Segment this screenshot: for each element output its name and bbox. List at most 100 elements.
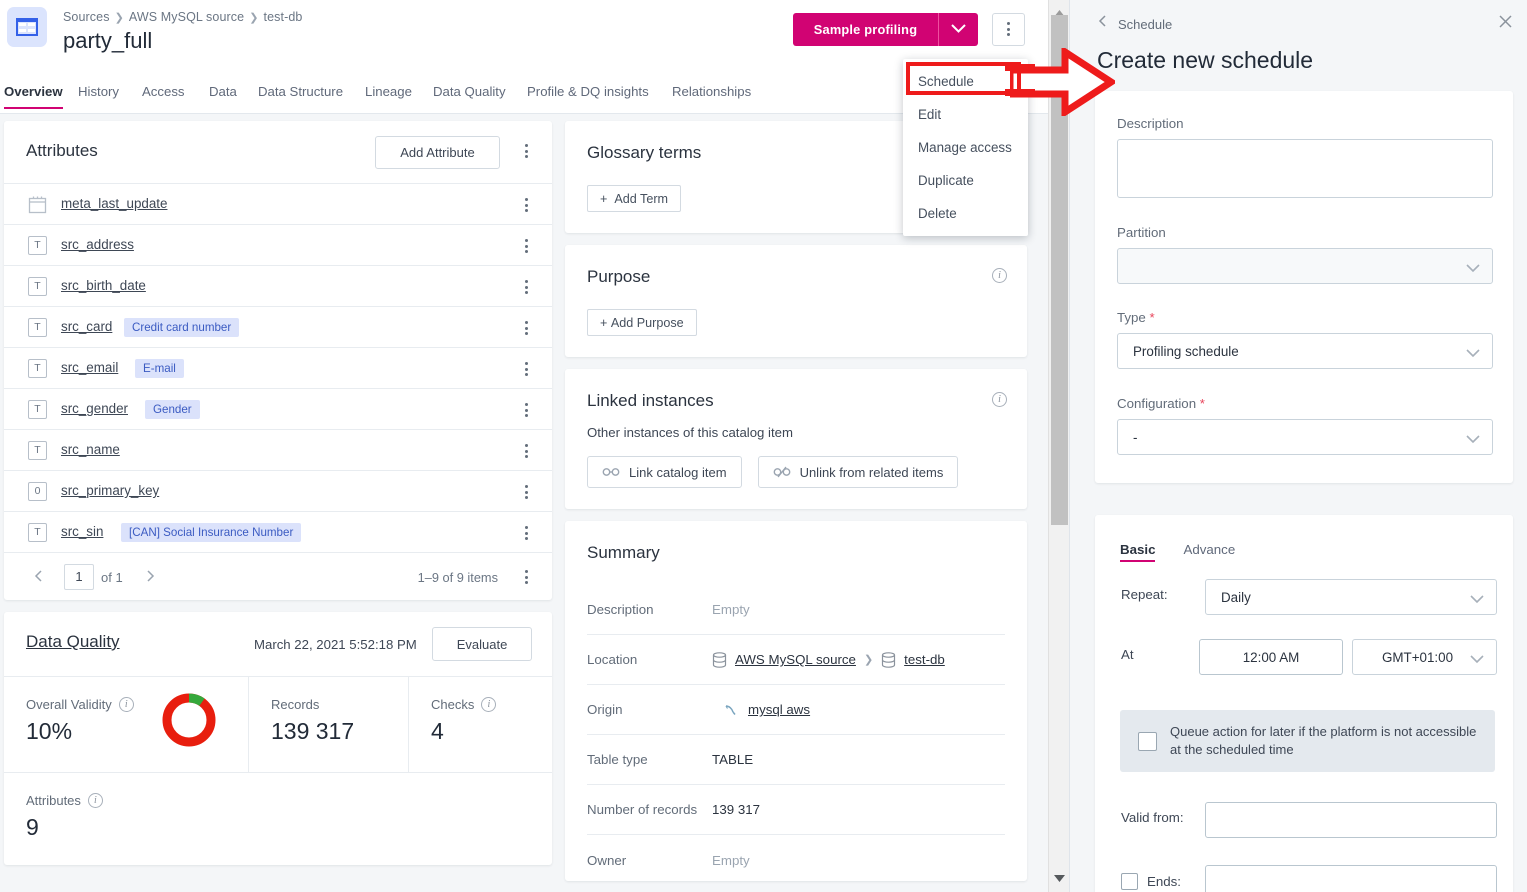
row-more-icon[interactable] xyxy=(525,403,528,417)
left-column: Attributes Add Attribute meta_last_updat… xyxy=(4,121,552,877)
table-row[interactable]: T src_card Credit card number xyxy=(4,306,552,347)
pager-more-icon[interactable] xyxy=(525,570,528,584)
description-input[interactable] xyxy=(1117,139,1493,198)
chevron-down-icon xyxy=(951,24,966,33)
table-row[interactable]: T src_email E-mail xyxy=(4,347,552,388)
valid-from-input[interactable] xyxy=(1205,802,1497,838)
schedule-form-card: Description Partition Type * Profiling s… xyxy=(1095,91,1513,483)
page-number-input[interactable]: 1 xyxy=(64,564,94,590)
tab-relationships[interactable]: Relationships xyxy=(672,84,751,99)
attribute-name-link[interactable]: src_name xyxy=(61,442,120,457)
plus-icon: + xyxy=(600,315,608,330)
scrollbar-thumb[interactable] xyxy=(1051,15,1068,525)
summary-row-number-of-records: Number of records 139 317 xyxy=(587,785,1005,835)
row-more-icon[interactable] xyxy=(525,485,528,499)
info-icon[interactable]: i xyxy=(118,697,134,712)
location-source-link[interactable]: AWS MySQL source xyxy=(735,652,856,667)
attribute-name-link[interactable]: src_birth_date xyxy=(61,278,146,293)
table-row[interactable]: meta_last_update xyxy=(4,183,552,224)
tab-overview[interactable]: Overview xyxy=(4,84,63,109)
row-more-icon[interactable] xyxy=(525,526,528,540)
table-row[interactable]: T src_gender Gender xyxy=(4,388,552,429)
tab-history[interactable]: History xyxy=(78,84,119,99)
partition-select[interactable] xyxy=(1117,248,1493,284)
more-vertical-icon xyxy=(1007,22,1010,36)
row-more-icon[interactable] xyxy=(525,239,528,253)
attribute-name-link[interactable]: src_gender xyxy=(61,401,128,416)
main-scrollbar[interactable] xyxy=(1048,0,1069,892)
tab-basic[interactable]: Basic xyxy=(1120,542,1156,562)
summary-key: Table type xyxy=(587,752,648,767)
evaluate-button[interactable]: Evaluate xyxy=(432,627,532,661)
row-more-icon[interactable] xyxy=(525,321,528,335)
row-more-icon[interactable] xyxy=(525,444,528,458)
unlink-from-related-items-button[interactable]: Unlink from related items xyxy=(757,456,959,488)
tab-data-quality[interactable]: Data Quality xyxy=(433,84,506,99)
timezone-select[interactable]: GMT+01:00 xyxy=(1352,639,1497,675)
type-select[interactable]: Profiling schedule xyxy=(1117,333,1493,369)
info-icon[interactable]: i xyxy=(992,392,1007,407)
repeat-select[interactable]: Daily xyxy=(1205,579,1497,615)
attribute-name-link[interactable]: meta_last_update xyxy=(61,196,167,211)
tab-data-structure[interactable]: Data Structure xyxy=(258,84,343,99)
add-attribute-button[interactable]: Add Attribute xyxy=(375,136,500,169)
scroll-down-icon[interactable] xyxy=(1054,869,1065,887)
tab-data[interactable]: Data xyxy=(209,84,237,99)
sample-profiling-button[interactable]: Sample profiling xyxy=(793,13,938,46)
tab-profile-dq-insights[interactable]: Profile & DQ insights xyxy=(527,84,649,99)
data-quality-title[interactable]: Data Quality xyxy=(26,632,120,652)
ends-checkbox[interactable] xyxy=(1121,873,1138,890)
row-more-icon[interactable] xyxy=(525,198,528,212)
menu-item-manage-access[interactable]: Manage access xyxy=(903,131,1028,164)
metric-attributes: Attributes i 9 xyxy=(4,772,552,865)
description-label: Description xyxy=(1117,116,1184,131)
breadcrumb-item-0[interactable]: Sources xyxy=(63,10,110,24)
menu-item-delete[interactable]: Delete xyxy=(903,197,1028,230)
more-options-button[interactable] xyxy=(992,13,1025,46)
table-row[interactable]: T src_address xyxy=(4,224,552,265)
ends-input[interactable] xyxy=(1205,865,1497,892)
next-page-icon[interactable] xyxy=(143,569,157,588)
attribute-name-link[interactable]: src_email xyxy=(61,360,118,375)
menu-item-edit[interactable]: Edit xyxy=(903,98,1028,131)
queue-action-label: Queue action for later if the platform i… xyxy=(1170,724,1477,757)
row-more-icon[interactable] xyxy=(525,280,528,294)
table-row[interactable]: T src_birth_date xyxy=(4,265,552,306)
summary-key: Description xyxy=(587,602,654,617)
tab-lineage[interactable]: Lineage xyxy=(365,84,412,99)
at-time-input[interactable]: 12:00 AM xyxy=(1199,639,1343,675)
purpose-title: Purpose xyxy=(587,267,651,286)
attribute-name-link[interactable]: src_sin xyxy=(61,524,103,539)
info-icon[interactable]: i xyxy=(992,268,1007,283)
attribute-name-link[interactable]: src_card xyxy=(61,319,112,334)
prev-page-icon[interactable] xyxy=(32,569,46,588)
info-icon[interactable]: i xyxy=(87,793,103,808)
menu-item-duplicate[interactable]: Duplicate xyxy=(903,164,1028,197)
origin-link[interactable]: mysql aws xyxy=(748,702,810,717)
table-row[interactable]: T src_sin [CAN] Social Insurance Number xyxy=(4,511,552,552)
breadcrumb-item-2[interactable]: test-db xyxy=(264,10,303,24)
queue-action-checkbox[interactable] xyxy=(1138,731,1157,751)
table-row[interactable]: T src_name xyxy=(4,429,552,470)
back-chevron-left-icon[interactable] xyxy=(1097,14,1109,33)
info-icon[interactable]: i xyxy=(481,697,497,712)
location-db-link[interactable]: test-db xyxy=(904,652,945,667)
attribute-name-link[interactable]: src_address xyxy=(61,237,134,252)
tab-access[interactable]: Access xyxy=(142,84,185,99)
link-catalog-item-button[interactable]: Link catalog item xyxy=(587,456,742,488)
breadcrumb-item-1[interactable]: AWS MySQL source xyxy=(129,10,244,24)
attributes-header: Attributes Add Attribute xyxy=(4,121,552,183)
row-more-icon[interactable] xyxy=(525,362,528,376)
add-term-button[interactable]: + Add Term xyxy=(587,185,682,212)
metric-checks: Checks i 4 xyxy=(409,677,552,772)
table-row[interactable]: 0 src_primary_key xyxy=(4,470,552,511)
configuration-select[interactable]: - xyxy=(1117,419,1493,455)
summary-key: Location xyxy=(587,652,638,667)
sample-profiling-dropdown-button[interactable] xyxy=(938,13,978,46)
panel-back-label[interactable]: Schedule xyxy=(1118,17,1172,32)
attributes-more-icon[interactable] xyxy=(525,144,528,158)
tab-advance[interactable]: Advance xyxy=(1183,542,1235,562)
attribute-name-link[interactable]: src_primary_key xyxy=(61,483,159,498)
close-icon[interactable] xyxy=(1498,14,1513,34)
add-purpose-button[interactable]: + Add Purpose xyxy=(587,309,697,336)
